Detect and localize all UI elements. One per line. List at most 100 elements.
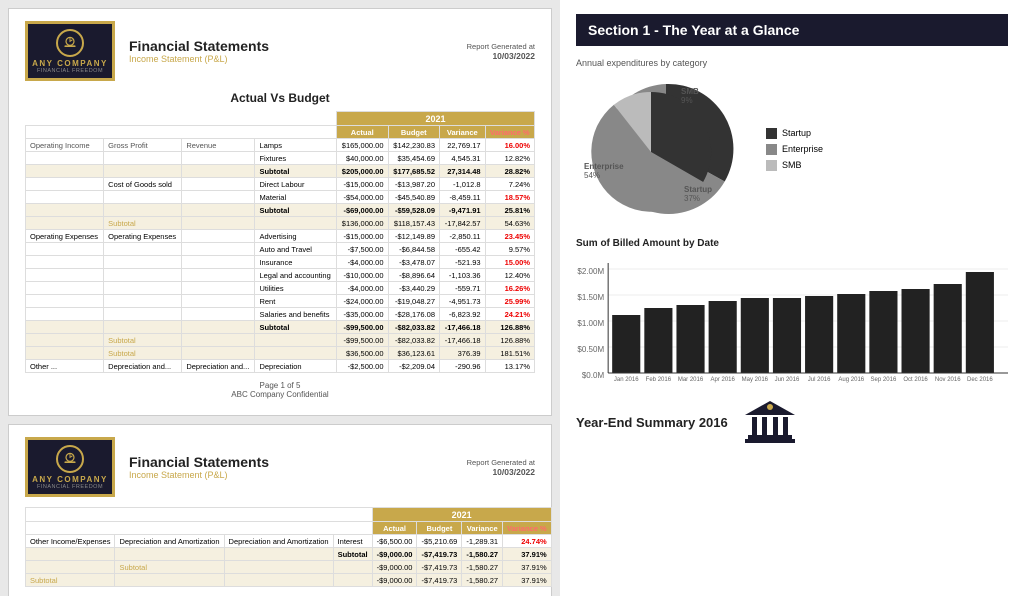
svg-text:$0.0M: $0.0M (582, 371, 605, 380)
page-number: Page 1 of 5 (25, 381, 535, 390)
col-variance: Variance (440, 126, 486, 139)
legend-smb-color (766, 160, 777, 171)
company-tagline: FINANCIAL FREEDOM (37, 68, 103, 74)
logo-box: ANY COMPANY FINANCIAL FREEDOM (25, 21, 115, 81)
svg-text:$2.00M: $2.00M (577, 267, 604, 276)
table-row: Material -$54,000.00 -$45,540.89 -8,459.… (26, 191, 535, 204)
section-subtotal-row-2: Subtotal -$9,000.00 -$7,419.73 -1,580.27… (26, 574, 552, 587)
financial-table-1: 2021 Actual Budget Variance Variance % O… (25, 111, 535, 373)
legend-smb-label: SMB (782, 160, 802, 170)
col-variance-pct: Variance % (485, 126, 534, 139)
section-subtotal-row: Subtotal -$9,000.00 -$7,419.73 -1,580.27… (26, 561, 552, 574)
report-title: Financial Statements (129, 38, 467, 54)
page-2-header: ANY COMPANY FINANCIAL FREEDOM Financial … (25, 437, 535, 497)
svg-text:37%: 37% (684, 194, 700, 203)
legend-startup: Startup (766, 128, 823, 139)
year-header-2: 2021 (372, 508, 551, 522)
table-row: Operating Income Gross Profit Revenue La… (26, 139, 535, 152)
report-date-section-2: Report Generated at 10/03/2022 (467, 458, 535, 477)
svg-text:Aug 2016: Aug 2016 (838, 377, 864, 383)
svg-text:$0.50M: $0.50M (577, 345, 604, 354)
report-subtitle: Income Statement (P&L) (129, 54, 467, 64)
svg-text:Nov 2016: Nov 2016 (935, 377, 961, 383)
year-end-title: Year-End Summary 2016 (576, 415, 728, 430)
svg-text:$1.50M: $1.50M (577, 293, 604, 302)
table-row: Fixtures $40,000.00 $35,454.69 4,545.31 … (26, 152, 535, 165)
svg-text:Startup: Startup (684, 185, 712, 194)
left-panel: ANY COMPANY FINANCIAL FREEDOM Financial … (0, 0, 560, 596)
header-title-2: Financial Statements Income Statement (P… (129, 454, 467, 480)
table-row: Operating Expenses Operating Expenses Ad… (26, 230, 535, 243)
bank-icon (740, 397, 800, 447)
subtotal-row: Subtotal -$9,000.00 -$7,419.73 -1,580.27… (26, 548, 552, 561)
section-subtotal-row: Subtotal $136,000.00 $118,157.43 -17,842… (26, 217, 535, 230)
legend-startup-color (766, 128, 777, 139)
right-panel: Section 1 - The Year at a Glance Annual … (560, 0, 1024, 596)
pie-chart: SMB 9% Enterprise 54% Startup 37% (576, 74, 756, 224)
subtotal-row: Subtotal -$99,500.00 -$82,033.82 -17,466… (26, 321, 535, 334)
legend-enterprise-label: Enterprise (782, 144, 823, 154)
bar-chart-wrap: $0.0M $0.50M $1.00M $1.50M $2.00M Jan 20… (576, 253, 1008, 383)
report-subtitle-2: Income Statement (P&L) (129, 470, 467, 480)
svg-text:Jun 2016: Jun 2016 (775, 377, 800, 383)
logo-box-2: ANY COMPANY FINANCIAL FREEDOM (25, 437, 115, 497)
logo-icon-2 (56, 445, 84, 473)
grand-subtotal-row: Subtotal $36,500.00 $36,123.61 376.39 18… (26, 347, 535, 360)
svg-text:Feb 2016: Feb 2016 (646, 377, 672, 383)
year-header: 2021 (337, 112, 535, 126)
svg-text:$1.00M: $1.00M (577, 319, 604, 328)
svg-text:54%: 54% (584, 171, 600, 180)
svg-text:Sep 2016: Sep 2016 (871, 377, 897, 383)
pie-section: SMB 9% Enterprise 54% Startup 37% Startu… (576, 74, 1008, 224)
page-1-card: ANY COMPANY FINANCIAL FREEDOM Financial … (8, 8, 552, 416)
page-footer: Page 1 of 5 ABC Company Confidential (25, 381, 535, 399)
company-name-2: ANY COMPANY (32, 475, 108, 484)
svg-text:Enterprise: Enterprise (584, 162, 624, 171)
page-2-card: ANY COMPANY FINANCIAL FREEDOM Financial … (8, 424, 552, 596)
bar-chart-svg: $0.0M $0.50M $1.00M $1.50M $2.00M Jan 20… (576, 253, 1008, 383)
table-title: Actual Vs Budget (25, 91, 535, 105)
svg-text:Jul 2016: Jul 2016 (808, 377, 831, 383)
section-title: Section 1 - The Year at a Glance (576, 14, 1008, 46)
report-title-2: Financial Statements (129, 454, 467, 470)
svg-text:Apr 2016: Apr 2016 (710, 377, 735, 383)
report-date-section: Report Generated at 10/03/2022 (467, 42, 535, 61)
company-name: ANY COMPANY (32, 59, 108, 68)
report-date-2: 10/03/2022 (467, 467, 535, 477)
col-budget-2: Budget (417, 522, 462, 535)
legend-smb: SMB (766, 160, 823, 171)
legend-startup-label: Startup (782, 128, 811, 138)
table-row: Other Income/Expenses Depreciation and A… (26, 535, 552, 548)
company-tagline-2: FINANCIAL FREEDOM (37, 484, 103, 490)
financial-table-2: 2021 Actual Budget Variance Variance % O… (25, 507, 552, 587)
col-actual: Actual (337, 126, 389, 139)
year-end-section: Year-End Summary 2016 (576, 397, 1008, 447)
svg-text:Mar 2016: Mar 2016 (678, 377, 704, 383)
col-actual-2: Actual (372, 522, 417, 535)
pie-chart-label: Annual expenditures by category (576, 58, 1008, 68)
table-row: Auto and Travel -$7,500.00 -$6,844.58 -6… (26, 243, 535, 256)
logo-icon (56, 29, 84, 57)
subtotal-row: Subtotal -$69,000.00 -$59,528.09 -9,471.… (26, 204, 535, 217)
svg-text:Jan 2016: Jan 2016 (614, 377, 639, 383)
table-row: Utilities -$4,000.00 -$3,440.29 -559.71 … (26, 282, 535, 295)
legend-enterprise-color (766, 144, 777, 155)
confidential-label: ABC Company Confidential (25, 390, 535, 399)
header-title: Financial Statements Income Statement (P… (129, 38, 467, 64)
legend-enterprise: Enterprise (766, 144, 823, 155)
svg-text:Dec 2016: Dec 2016 (967, 377, 993, 383)
table-row: Cost of Goods sold Direct Labour -$15,00… (26, 178, 535, 191)
pie-legend: Startup Enterprise SMB (766, 128, 823, 171)
table-row: Salaries and benefits -$35,000.00 -$28,1… (26, 308, 535, 321)
section-subtotal-row: Subtotal -$99,500.00 -$82,033.82 -17,466… (26, 334, 535, 347)
table-row: Other ... Depreciation and... Depreciati… (26, 360, 535, 373)
svg-text:9%: 9% (681, 96, 693, 105)
svg-text:May 2016: May 2016 (742, 377, 769, 383)
table-row: Rent -$24,000.00 -$19,048.27 -4,951.73 2… (26, 295, 535, 308)
table-row: Legal and accounting -$10,000.00 -$8,896… (26, 269, 535, 282)
col-variance-2: Variance (462, 522, 503, 535)
subtotal-row: Subtotal $205,000.00 $177,685.52 27,314.… (26, 165, 535, 178)
table-row: Insurance -$4,000.00 -$3,478.07 -521.93 … (26, 256, 535, 269)
svg-text:Oct 2016: Oct 2016 (903, 377, 928, 383)
report-date: 10/03/2022 (467, 51, 535, 61)
